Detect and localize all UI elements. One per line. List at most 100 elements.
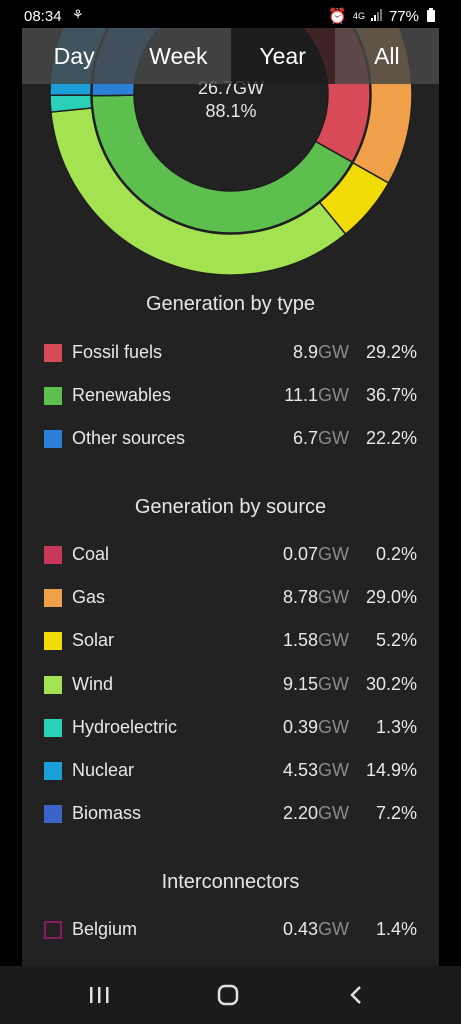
value-number: 0.39 xyxy=(282,716,318,737)
donut-center-percent: 88.1% xyxy=(205,101,256,121)
home-button[interactable] xyxy=(188,966,268,1024)
section-title-by-type: Generation by type xyxy=(146,293,315,315)
value-unit: GW xyxy=(318,428,349,448)
type-percent: 22.2% xyxy=(365,428,417,448)
type-label: Renewables xyxy=(72,385,172,405)
source-value: 1.58GW xyxy=(283,630,349,651)
back-icon xyxy=(350,986,361,1004)
back-button[interactable] xyxy=(317,966,397,1024)
tab-year[interactable]: Year xyxy=(230,28,335,84)
legend-swatch xyxy=(44,675,62,694)
source-value: 9.15GW xyxy=(283,674,349,695)
value-unit: GW xyxy=(318,630,349,651)
legend-swatch xyxy=(44,921,62,939)
list-item: Wind 9.15GW 30.2% xyxy=(22,670,439,700)
interconnector-label: Belgium xyxy=(72,919,138,939)
value-unit: GW xyxy=(318,919,349,939)
list-item: Hydroelectric 0.39GW 1.3% xyxy=(22,713,439,743)
type-value: 8.9GW xyxy=(293,342,349,363)
source-value: 2.20GW xyxy=(283,803,349,824)
type-label: Fossil fuels xyxy=(72,342,163,362)
value-number: 4.53 xyxy=(282,760,318,780)
tab-all[interactable]: All xyxy=(334,28,439,84)
list-item: Gas 8.78GW 29.0% xyxy=(22,583,439,613)
legend-swatch xyxy=(44,718,62,737)
type-percent: 36.7% xyxy=(365,385,417,405)
legend-swatch xyxy=(44,632,62,651)
source-label: Hydroelectric xyxy=(72,716,178,737)
type-percent: 29.2% xyxy=(365,342,417,362)
value-unit: GW xyxy=(318,760,349,780)
network-type: 4G xyxy=(352,10,365,21)
list-item: Solar 1.58GW 5.2% xyxy=(22,626,439,656)
legend-swatch xyxy=(44,589,62,608)
value-number: 2.20 xyxy=(282,803,318,824)
value-number: 11.1 xyxy=(284,385,318,405)
section-title-by-source: Generation by source xyxy=(134,496,327,518)
source-percent: 0.2% xyxy=(375,544,417,564)
source-label: Coal xyxy=(72,544,110,564)
value-unit: GW xyxy=(318,342,349,362)
source-value: 4.53GW xyxy=(283,760,349,781)
value-number: 0.07 xyxy=(282,544,318,564)
source-percent: 1.3% xyxy=(375,716,417,737)
list-item: Coal 0.07GW 0.2% xyxy=(22,540,439,570)
legend-swatch xyxy=(44,546,62,564)
list-item: Nuclear 4.53GW 14.9% xyxy=(22,756,439,786)
recent-apps-icon xyxy=(90,987,109,1003)
home-icon xyxy=(217,984,239,1006)
legend-swatch xyxy=(44,762,62,780)
value-unit: GW xyxy=(318,544,349,564)
source-percent: 30.2% xyxy=(365,673,417,694)
type-value: 11.1GW xyxy=(284,385,349,406)
source-value: 0.39GW xyxy=(283,717,349,738)
alarm-icon: ⏰ xyxy=(328,8,347,25)
tab-day[interactable]: Day xyxy=(22,28,127,84)
source-percent: 29.0% xyxy=(365,587,417,608)
value-unit: GW xyxy=(318,587,349,608)
value-unit: GW xyxy=(318,385,349,405)
source-value: 0.07GW xyxy=(283,544,349,565)
list-item: Renewables 11.1GW 36.7% xyxy=(22,381,439,411)
source-label: Wind xyxy=(72,673,114,694)
type-value: 6.7GW xyxy=(293,428,349,449)
value-number: 9.15 xyxy=(282,673,318,694)
interconnector-value: 0.43GW xyxy=(283,919,349,940)
value-unit: GW xyxy=(318,803,349,824)
status-icons: ⏰ 4G 77% xyxy=(328,7,435,25)
status-time: 08:34 xyxy=(24,8,62,25)
list-item: Other sources 6.7GW 22.2% xyxy=(22,424,439,454)
source-label: Nuclear xyxy=(72,760,135,780)
type-label: Other sources xyxy=(72,428,186,448)
section-title-interconnectors: Interconnectors xyxy=(161,871,300,893)
battery-icon xyxy=(427,8,435,22)
source-label: Biomass xyxy=(72,803,142,824)
tab-week[interactable]: Week xyxy=(126,28,231,84)
legend-swatch xyxy=(44,387,62,405)
value-number: 0.43 xyxy=(282,919,318,939)
list-item: Belgium 0.43GW 1.4% xyxy=(22,915,439,945)
signal-icon xyxy=(370,8,383,25)
system-nav-bar xyxy=(0,966,461,1024)
list-item: Biomass 2.20GW 7.2% xyxy=(22,799,439,829)
value-number: 6.7 xyxy=(292,428,318,448)
source-percent: 7.2% xyxy=(375,803,417,824)
recent-apps-button[interactable] xyxy=(59,966,139,1024)
source-value: 8.78GW xyxy=(283,587,349,608)
list-item: Fossil fuels 8.9GW 29.2% xyxy=(22,338,439,368)
source-label: Gas xyxy=(72,587,106,608)
energy-panel: 26.7GW 88.1% Day Week Year All Generatio… xyxy=(22,28,439,968)
legend-swatch xyxy=(44,805,62,824)
value-number: 8.78 xyxy=(282,587,318,608)
accessibility-icon: ⚘ xyxy=(72,7,84,22)
battery-percent: 77% xyxy=(388,7,419,25)
value-unit: GW xyxy=(318,673,349,694)
period-tabs: Day Week Year All xyxy=(22,28,439,84)
legend-swatch xyxy=(44,430,62,448)
value-unit: GW xyxy=(318,716,349,737)
value-number: 1.58 xyxy=(282,630,318,651)
source-percent: 14.9% xyxy=(365,760,417,780)
source-percent: 5.2% xyxy=(375,630,417,651)
interconnector-percent: 1.4% xyxy=(375,919,417,939)
source-label: Solar xyxy=(72,630,115,651)
